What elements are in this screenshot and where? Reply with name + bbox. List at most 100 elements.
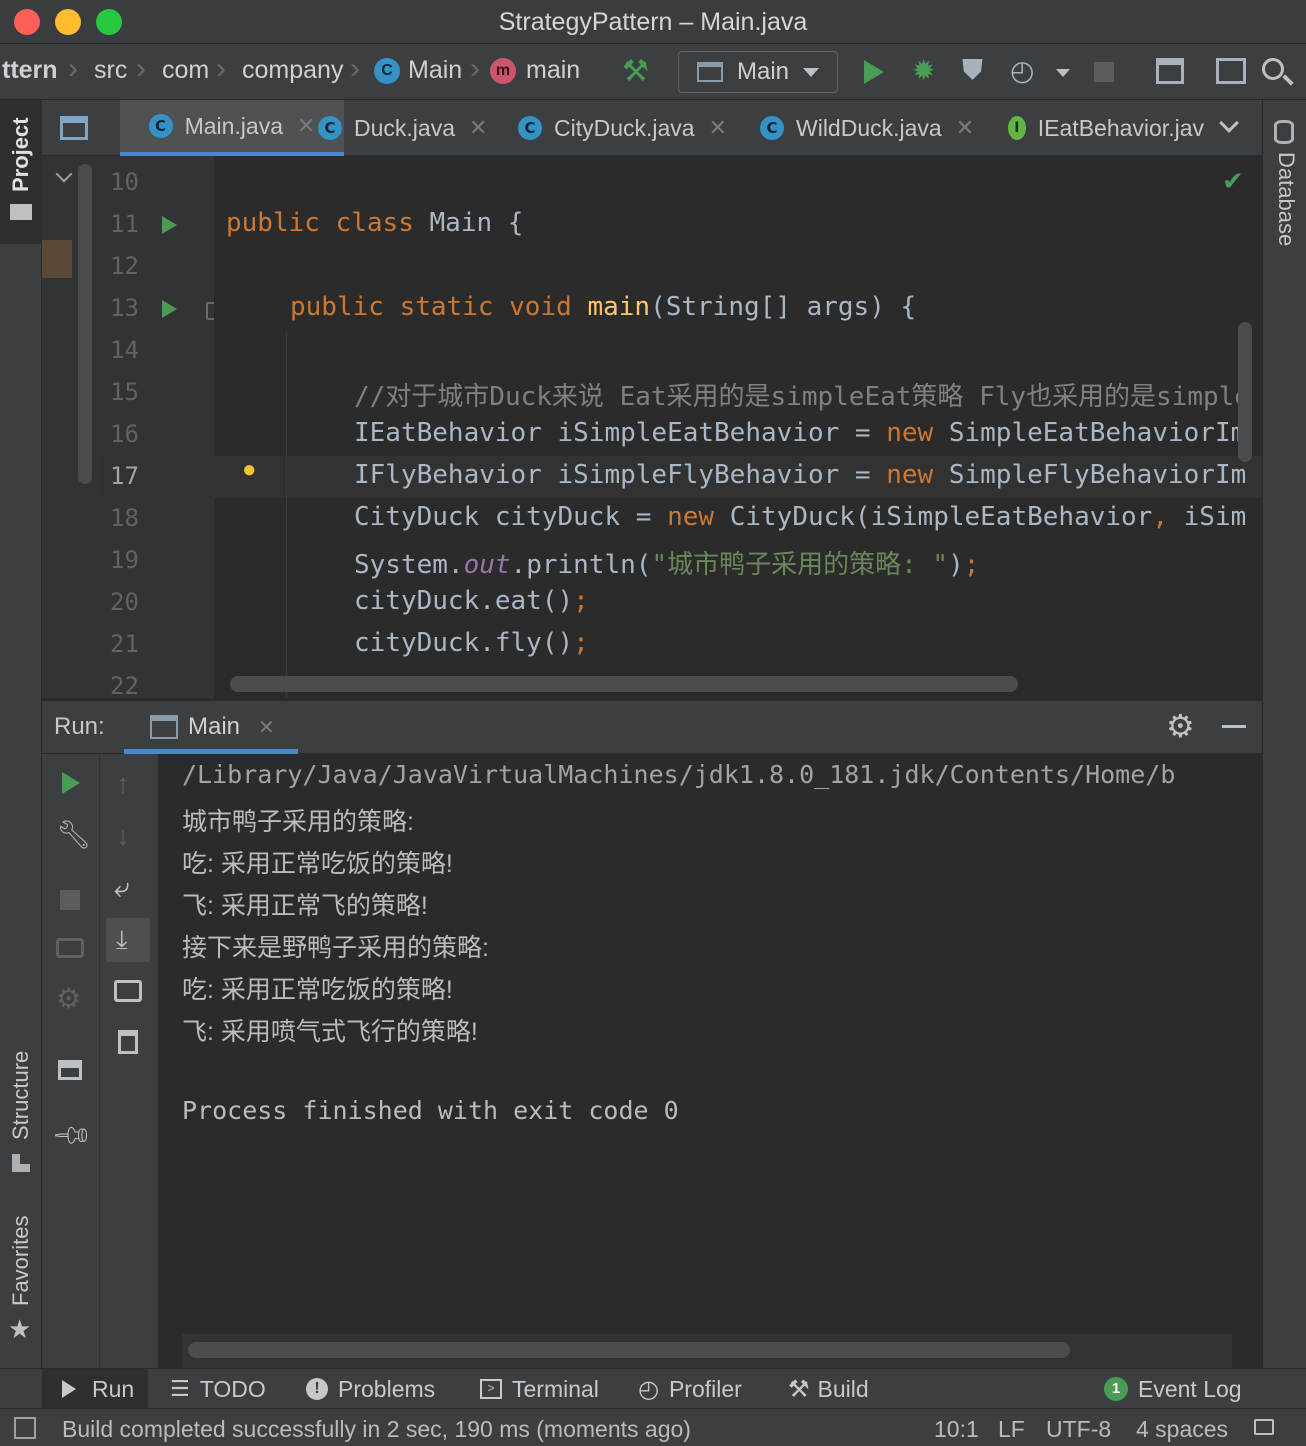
keyword: class bbox=[335, 208, 414, 238]
keyword: new bbox=[886, 418, 934, 448]
line-number: 15 bbox=[110, 378, 139, 406]
coverage-icon[interactable]: ⛊ bbox=[962, 54, 983, 87]
punctuation: ; bbox=[573, 586, 589, 616]
run-config-label: Main bbox=[737, 58, 790, 85]
file-encoding[interactable]: UTF-8 bbox=[1046, 1416, 1111, 1443]
bottom-tab-terminal[interactable]: > Terminal bbox=[480, 1369, 599, 1409]
vertical-scrollbar[interactable] bbox=[1238, 322, 1252, 462]
breadcrumb-src[interactable]: src bbox=[94, 56, 127, 85]
tool-window-bar: Run ☰ TODO ! Problems > Terminal ◴ Profi… bbox=[0, 1368, 1306, 1409]
breadcrumb-com[interactable]: com bbox=[162, 56, 209, 85]
run-icon[interactable] bbox=[864, 60, 884, 84]
toggle-tool-windows-icon[interactable] bbox=[14, 1417, 36, 1439]
indent-setting[interactable]: 4 spaces bbox=[1136, 1416, 1228, 1443]
run-gutter-icon[interactable] bbox=[162, 216, 177, 234]
status-message: Build completed successfully in 2 sec, 1… bbox=[62, 1416, 691, 1442]
structure-icon bbox=[12, 1154, 30, 1172]
code-text: (String[] args) { bbox=[650, 292, 917, 322]
bottom-tab-run[interactable]: Run bbox=[42, 1369, 148, 1409]
profile-icon[interactable]: ◴ bbox=[1010, 54, 1034, 87]
right-tool-strip: Database bbox=[1262, 100, 1306, 1368]
class-icon: C bbox=[760, 116, 784, 140]
arrow-down-icon[interactable]: ↓ bbox=[116, 820, 130, 852]
lock-icon[interactable] bbox=[1254, 1419, 1274, 1435]
wrench-icon[interactable]: 🔧︎ bbox=[56, 818, 92, 851]
run-tab-main[interactable]: Main ✕ bbox=[124, 701, 298, 754]
scroll-to-end-toggle[interactable]: ⤓ bbox=[106, 918, 150, 962]
code-editor[interactable]: ✔ ● public class Main { public static vo… bbox=[214, 156, 1262, 698]
rerun-icon[interactable] bbox=[62, 772, 80, 794]
database-tool-tab[interactable]: Database bbox=[1263, 100, 1306, 270]
class-icon: C bbox=[518, 116, 542, 140]
code-text: SimpleEatBehaviorIm bbox=[933, 418, 1247, 448]
comment: //对于城市Duck来说 Eat采用的是simpleEat策略 Fly也采用的是… bbox=[354, 382, 1250, 412]
stop-icon[interactable] bbox=[60, 890, 80, 910]
tab-label: IEatBehavior.jav bbox=[1037, 114, 1204, 141]
run-gutter-icon[interactable] bbox=[162, 300, 177, 318]
bottom-tab-profiler[interactable]: ◴ Profiler bbox=[638, 1369, 742, 1409]
line-ending[interactable]: LF bbox=[998, 1416, 1025, 1443]
breadcrumb-company[interactable]: company bbox=[242, 56, 343, 85]
chevron-down-icon[interactable] bbox=[1219, 113, 1239, 133]
scrollbar[interactable] bbox=[78, 164, 92, 484]
breadcrumb-project[interactable]: ttern bbox=[2, 56, 58, 85]
search-icon[interactable] bbox=[1262, 58, 1284, 80]
console-line: 飞: 采用喷气式飞行的策略! bbox=[182, 1018, 478, 1046]
minimize-icon[interactable] bbox=[1222, 725, 1246, 728]
database-icon bbox=[1274, 120, 1294, 144]
event-log-button[interactable]: 1 Event Log bbox=[1104, 1369, 1242, 1409]
stop-icon[interactable] bbox=[1094, 62, 1114, 82]
close-icon[interactable]: ✕ bbox=[297, 113, 315, 139]
bottom-tab-problems[interactable]: ! Problems bbox=[306, 1369, 435, 1409]
print-icon[interactable] bbox=[114, 980, 142, 1002]
gear-icon[interactable]: ⚙ bbox=[1166, 707, 1195, 745]
breadcrumb-separator: › bbox=[68, 52, 78, 85]
tab-cityduck-java[interactable]: C CityDuck.java ✕ bbox=[518, 100, 727, 156]
close-icon[interactable]: ✕ bbox=[258, 715, 275, 740]
bottom-tab-label: Problems bbox=[338, 1375, 436, 1402]
bottom-tab-todo[interactable]: ☰ TODO bbox=[170, 1369, 266, 1409]
run-config-select[interactable]: Main bbox=[678, 51, 838, 93]
console-line: 城市鸭子采用的策略: bbox=[182, 808, 414, 836]
console-line: 吃: 采用正常吃饭的策略! bbox=[182, 850, 453, 878]
console-line: 吃: 采用正常吃饭的策略! bbox=[182, 976, 453, 1004]
chevron-down-icon[interactable] bbox=[1056, 69, 1070, 77]
tab-ieatbehavior-java[interactable]: I IEatBehavior.jav bbox=[1008, 100, 1204, 156]
run-tab-label: Main bbox=[188, 713, 241, 740]
trash-icon[interactable] bbox=[118, 1030, 138, 1054]
pin-icon[interactable]: 📌︎ bbox=[50, 1113, 96, 1158]
breadcrumb-main-class[interactable]: Main bbox=[408, 56, 462, 85]
lightbulb-icon[interactable]: ● bbox=[242, 456, 257, 484]
caret-position[interactable]: 10:1 bbox=[934, 1416, 979, 1443]
tab-wildduck-java[interactable]: C WildDuck.java ✕ bbox=[760, 100, 974, 156]
soft-wrap-icon[interactable]: ⤶ bbox=[114, 872, 130, 905]
structure-tool-tab[interactable]: Structure bbox=[0, 1040, 42, 1180]
gear-icon[interactable]: ⚙ bbox=[56, 982, 81, 1015]
layout-icon[interactable] bbox=[58, 1060, 82, 1080]
project-tool-tab[interactable]: Project bbox=[0, 100, 42, 244]
close-icon[interactable]: ✕ bbox=[956, 115, 974, 141]
horizontal-scrollbar[interactable] bbox=[230, 676, 1018, 692]
close-icon[interactable]: ✕ bbox=[469, 115, 487, 141]
console-output[interactable]: /Library/Java/JavaVirtualMachines/jdk1.8… bbox=[158, 754, 1262, 1368]
horizontal-scrollbar[interactable] bbox=[188, 1342, 1070, 1358]
code-line-15: //对于城市Duck来说 Eat采用的是simpleEat策略 Fly也采用的是… bbox=[354, 376, 1250, 413]
folder-icon bbox=[10, 204, 32, 220]
project-view-icon[interactable] bbox=[60, 116, 88, 140]
bottom-tab-build[interactable]: ⚒ Build bbox=[788, 1369, 869, 1409]
checkmark-icon: ✔ bbox=[1222, 166, 1244, 196]
debug-icon[interactable]: ✹ bbox=[912, 54, 935, 87]
favorites-tool-tab[interactable]: Favorites ★ bbox=[0, 1210, 42, 1350]
hammer-icon[interactable]: ⚒ bbox=[622, 54, 649, 89]
tab-duck-java[interactable]: C Duck.java ✕ bbox=[318, 100, 487, 156]
close-icon[interactable]: ✕ bbox=[709, 115, 727, 141]
tab-main-java[interactable]: C Main.java ✕ bbox=[120, 100, 344, 156]
line-number: 11 bbox=[110, 210, 139, 238]
presentation-icon[interactable] bbox=[1216, 58, 1246, 84]
breadcrumb-main-method[interactable]: main bbox=[526, 56, 580, 85]
line-number: 13 bbox=[110, 294, 139, 322]
camera-icon[interactable] bbox=[56, 938, 84, 958]
project-structure-icon[interactable] bbox=[1156, 58, 1184, 84]
arrow-up-icon[interactable]: ↑ bbox=[116, 768, 130, 800]
chevron-down-icon[interactable] bbox=[55, 165, 73, 183]
